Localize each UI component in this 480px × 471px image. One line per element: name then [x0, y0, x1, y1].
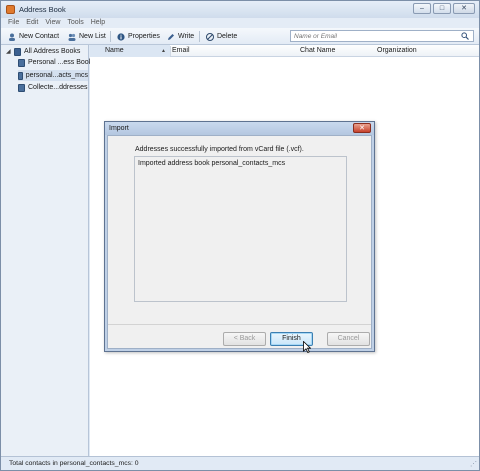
status-bar: Total contacts in personal_contacts_mcs:…: [1, 456, 479, 470]
column-header-email[interactable]: Email: [172, 47, 190, 54]
column-separator[interactable]: [170, 46, 171, 56]
address-book-app-icon: [6, 5, 15, 14]
status-text: Total contacts in personal_contacts_mcs:…: [9, 460, 139, 467]
new-contact-label: New Contact: [19, 33, 60, 40]
dialog-close-button[interactable]: ✕: [353, 123, 371, 133]
new-list-button[interactable]: New List: [68, 31, 106, 42]
dialog-divider: [108, 324, 371, 325]
column-header-name[interactable]: Name ▲: [90, 45, 170, 57]
address-books-sidebar: ◢ All Address Books Personal ...ess Book…: [1, 45, 92, 456]
dialog-title: Import: [109, 125, 129, 132]
new-list-icon: [68, 33, 76, 41]
sidebar-item-personal-address-book[interactable]: Personal ...ess Book: [18, 57, 92, 68]
sort-ascending-icon: ▲: [161, 48, 166, 54]
column-header-chat-name[interactable]: Chat Name: [300, 47, 335, 54]
menu-file[interactable]: File: [8, 18, 19, 28]
sidebar-item-all-address-books[interactable]: ◢ All Address Books: [6, 46, 80, 57]
sidebar-item-label: Collecte...ddresses: [28, 84, 88, 91]
sidebar-item-label: personal...acts_mcs: [25, 72, 88, 79]
address-book-icon: [18, 58, 25, 67]
new-list-label: New List: [79, 33, 106, 40]
toolbar-separator: [110, 31, 111, 42]
list-item: Imported address book personal_contacts_…: [138, 160, 286, 167]
title-bar[interactable]: Address Book – □ ✕: [1, 1, 479, 18]
collapse-arrow-icon[interactable]: ◢: [6, 48, 11, 55]
sidebar-item-label: All Address Books: [24, 48, 81, 55]
dialog-body: Addresses successfully imported from vCa…: [107, 135, 372, 349]
import-success-message: Addresses successfully imported from vCa…: [135, 146, 304, 153]
column-header-row: Name ▲ Email Chat Name Organization: [90, 45, 479, 57]
window-title: Address Book: [19, 5, 66, 14]
delete-button[interactable]: Delete: [206, 31, 237, 42]
cancel-button[interactable]: Cancel: [327, 332, 370, 346]
menu-tools[interactable]: Tools: [67, 18, 83, 28]
column-header-organization[interactable]: Organization: [377, 47, 417, 54]
resize-grip-icon[interactable]: ⋰: [470, 460, 477, 468]
sidebar-item-personal-contacts-mcs[interactable]: personal...acts_mcs: [18, 70, 88, 81]
minimize-button[interactable]: –: [413, 3, 431, 14]
column-header-label: Name: [105, 47, 124, 54]
mouse-pointer-icon: [303, 341, 311, 353]
window-controls: – □ ✕: [413, 3, 475, 14]
maximize-button[interactable]: □: [433, 3, 451, 14]
sidebar-item-label: Personal ...ess Book: [28, 59, 93, 66]
menu-bar: File Edit View Tools Help: [1, 18, 479, 28]
menu-view[interactable]: View: [45, 18, 60, 28]
write-label: Write: [178, 33, 195, 40]
delete-label: Delete: [217, 33, 238, 40]
import-results-list[interactable]: Imported address book personal_contacts_…: [134, 156, 347, 302]
import-dialog: Import ✕ Addresses successfully imported…: [104, 121, 375, 352]
dialog-title-bar[interactable]: Import ✕: [105, 122, 374, 135]
new-contact-icon: [8, 33, 16, 41]
pencil-icon: [167, 33, 175, 41]
toolbar-separator: [199, 31, 200, 42]
sidebar-item-collected-addresses[interactable]: Collecte...ddresses: [18, 82, 88, 93]
write-button[interactable]: Write: [167, 31, 194, 42]
close-button[interactable]: ✕: [453, 3, 475, 14]
menu-help[interactable]: Help: [91, 18, 105, 28]
new-contact-button[interactable]: New Contact: [8, 31, 59, 42]
properties-button[interactable]: Properties: [117, 31, 160, 42]
search-box: [290, 30, 474, 42]
properties-icon: [117, 32, 125, 41]
address-book-icon: [18, 83, 25, 92]
back-button[interactable]: < Back: [223, 332, 266, 346]
menu-edit[interactable]: Edit: [26, 18, 38, 28]
properties-label: Properties: [128, 33, 160, 40]
search-input[interactable]: [291, 31, 456, 41]
search-icon[interactable]: [461, 32, 469, 42]
address-book-icon: [14, 47, 21, 56]
address-book-icon: [18, 71, 23, 80]
delete-icon: [206, 32, 214, 41]
